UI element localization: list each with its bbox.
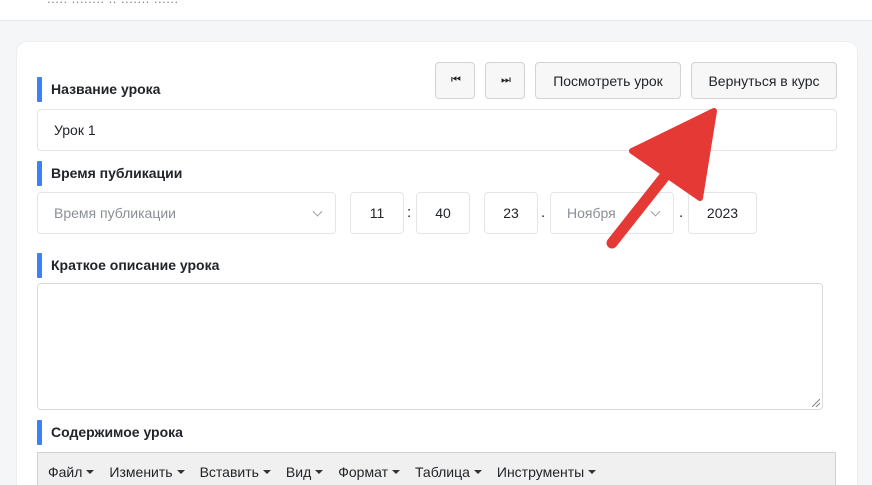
content-label: Содержимое урока [37, 420, 183, 445]
next-lesson-button[interactable]: ⏭ [485, 62, 525, 99]
year-value: 2023 [706, 205, 739, 221]
menu-view[interactable]: Вид [286, 464, 324, 480]
caret-down-icon [262, 470, 271, 474]
publish-time-placeholder: Время публикации [54, 205, 177, 221]
menu-edit[interactable]: Изменить [109, 464, 185, 480]
chevron-down-icon [312, 206, 323, 217]
time-separator: : [407, 204, 412, 221]
caret-down-icon [315, 470, 324, 474]
caret-down-icon [176, 470, 185, 474]
caret-down-icon [86, 470, 95, 474]
date-separator-1: . [541, 204, 546, 221]
year-input[interactable]: 2023 [688, 192, 757, 234]
publish-time-label: Время публикации [37, 161, 182, 186]
month-value: Ноября [567, 205, 616, 221]
day-input[interactable]: 23 [484, 192, 538, 234]
prev-lesson-button[interactable]: ⏮ [435, 62, 475, 99]
hour-value: 11 [369, 205, 385, 221]
lesson-name-label: Название урока [37, 77, 160, 102]
minute-input[interactable]: 40 [416, 192, 470, 234]
caret-down-icon [391, 470, 400, 474]
skip-next-icon: ⏭ [501, 74, 511, 86]
menu-file[interactable]: Файл [48, 464, 95, 480]
resize-handle-icon[interactable] [812, 399, 820, 407]
editor-menubar: Файл Изменить Вставить Вид Формат Таблиц… [37, 452, 836, 485]
chevron-down-icon [650, 206, 661, 217]
day-value: 23 [503, 205, 519, 221]
description-label: Краткое описание урока [37, 253, 219, 278]
top-header: ..... ........ .. ....... ...... [0, 0, 872, 21]
menu-insert[interactable]: Вставить [200, 464, 271, 480]
header-text: ..... ........ .. ....... ...... [47, 0, 179, 6]
publish-time-select[interactable]: Время публикации [37, 192, 336, 234]
minute-value: 40 [435, 205, 451, 221]
caret-down-icon [473, 470, 482, 474]
lesson-name-value: Урок 1 [54, 122, 96, 138]
menu-tools[interactable]: Инструменты [497, 464, 597, 480]
menu-format[interactable]: Формат [338, 464, 400, 480]
skip-previous-icon: ⏮ [451, 74, 461, 86]
caret-down-icon [588, 470, 597, 474]
description-textarea[interactable] [37, 283, 823, 410]
hour-input[interactable]: 11 [350, 192, 404, 234]
menu-table[interactable]: Таблица [415, 464, 482, 480]
back-to-course-button[interactable]: Вернуться в курс [691, 62, 837, 99]
view-lesson-button[interactable]: Посмотреть урок [535, 62, 681, 99]
date-separator-2: . [679, 204, 684, 221]
lesson-name-input[interactable]: Урок 1 [37, 109, 837, 151]
month-select[interactable]: Ноября [550, 192, 674, 234]
